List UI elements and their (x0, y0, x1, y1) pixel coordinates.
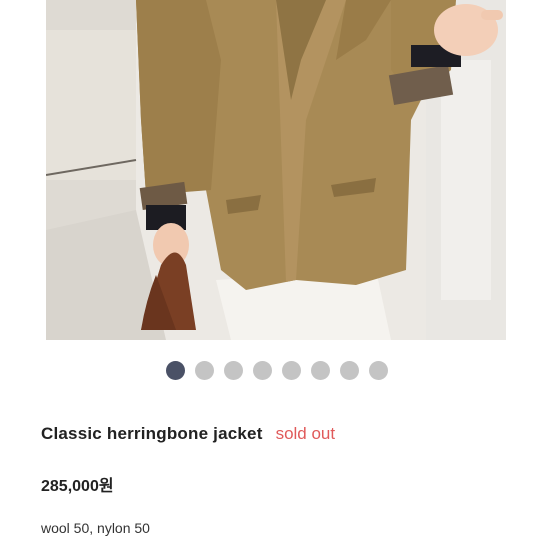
sold-out-badge: sold out (275, 424, 336, 443)
product-title-row: Classic herringbone jacket sold out (41, 424, 335, 444)
carousel-dot-5[interactable] (282, 361, 301, 380)
carousel-indicators (0, 361, 554, 381)
carousel-dot-8[interactable] (369, 361, 388, 380)
product-photo (46, 0, 506, 340)
product-material: wool 50, nylon 50 (41, 520, 150, 536)
carousel-dot-1[interactable] (166, 361, 185, 380)
product-title: Classic herringbone jacket (41, 424, 263, 443)
carousel-dot-6[interactable] (311, 361, 330, 380)
carousel-dot-7[interactable] (340, 361, 359, 380)
product-price: 285,000원 (41, 478, 114, 495)
carousel-dot-3[interactable] (224, 361, 243, 380)
carousel-dot-2[interactable] (195, 361, 214, 380)
product-image[interactable] (46, 0, 506, 340)
carousel-dot-4[interactable] (253, 361, 272, 380)
